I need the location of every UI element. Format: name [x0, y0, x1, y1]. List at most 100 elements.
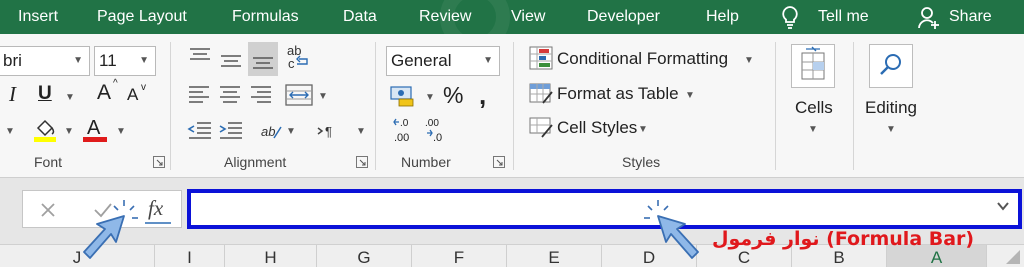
- expand-formula-bar-icon[interactable]: [996, 199, 1010, 213]
- menu-page-layout[interactable]: Page Layout: [97, 0, 187, 34]
- conditional-formatting-label: Conditional Formatting: [557, 49, 729, 68]
- shrink-font-button[interactable]: A: [127, 85, 138, 105]
- styles-group-label: Styles: [622, 154, 661, 170]
- svg-text:.00: .00: [394, 132, 409, 144]
- align-left-icon[interactable]: [187, 84, 211, 106]
- editing-label: Editing: [865, 98, 917, 117]
- column-header-e[interactable]: E: [507, 245, 602, 267]
- number-format-combo[interactable]: General ▼: [386, 46, 500, 76]
- fill-color-dropdown-icon[interactable]: ▼: [64, 126, 74, 137]
- select-all-corner-icon[interactable]: [1004, 248, 1022, 266]
- menu-formulas[interactable]: Formulas: [232, 0, 299, 34]
- menu-help[interactable]: Help: [706, 0, 739, 34]
- font-name-combo[interactable]: bri ▼: [0, 46, 90, 76]
- wrap-text-icon[interactable]: ab c: [285, 44, 313, 74]
- chevron-down-icon: ▼: [808, 124, 818, 135]
- italic-button[interactable]: I: [9, 82, 16, 107]
- increase-decimal-icon[interactable]: .0 .00: [391, 116, 421, 144]
- cell-styles-icon: [529, 117, 553, 138]
- align-center-icon[interactable]: [218, 84, 242, 106]
- magnifier-icon: [880, 54, 901, 75]
- column-header-i[interactable]: I: [155, 245, 225, 267]
- share-label[interactable]: Share: [949, 0, 992, 34]
- comma-style-button[interactable]: ,: [479, 80, 486, 111]
- cells-icon-frame: [791, 44, 835, 88]
- borders-dropdown-icon[interactable]: ▼: [5, 126, 15, 137]
- column-header-h[interactable]: H: [225, 245, 317, 267]
- menu-insert[interactable]: Insert: [18, 0, 58, 34]
- font-size-combo[interactable]: 11 ▼: [94, 46, 156, 76]
- dialog-launcher-icon[interactable]: [356, 156, 368, 168]
- accounting-dropdown-icon[interactable]: ▼: [425, 92, 435, 103]
- svg-text:.00: .00: [425, 118, 439, 129]
- group-separator: [513, 42, 514, 170]
- increase-indent-icon[interactable]: [218, 120, 244, 142]
- dialog-launcher-icon[interactable]: [493, 156, 505, 168]
- menu-developer[interactable]: Developer: [587, 0, 660, 34]
- pointer-cursor-icon: [83, 200, 138, 259]
- font-name-value: bri: [3, 51, 22, 70]
- chevron-down-icon: ▼: [139, 55, 149, 66]
- chevron-down-icon: ▼: [744, 55, 754, 66]
- menu-bar: Insert Page Layout Formulas Data Review …: [0, 0, 1024, 52]
- group-separator: [775, 42, 776, 170]
- svg-text:¶: ¶: [325, 124, 332, 139]
- svg-text:.0: .0: [433, 132, 442, 144]
- number-format-value: General: [391, 51, 452, 70]
- format-as-table-icon: [529, 83, 553, 104]
- cancel-icon[interactable]: [39, 201, 57, 219]
- format-as-table-label: Format as Table: [557, 84, 679, 103]
- tell-me-label[interactable]: Tell me: [818, 0, 869, 34]
- chevron-down-icon: ▼: [886, 124, 896, 135]
- bottom-align-button[interactable]: [248, 42, 278, 76]
- orientation-dropdown-icon[interactable]: ▼: [286, 126, 296, 137]
- group-separator: [170, 42, 171, 170]
- cells-icon: [801, 46, 825, 80]
- chevron-down-icon: ▼: [73, 55, 83, 66]
- fill-color-icon[interactable]: [32, 116, 58, 142]
- font-color-dropdown-icon[interactable]: ▼: [116, 126, 126, 137]
- menu-view[interactable]: View: [511, 0, 545, 34]
- align-right-icon[interactable]: [249, 84, 273, 106]
- underline-button[interactable]: U: [38, 83, 52, 105]
- alignment-group-label: Alignment: [224, 154, 287, 170]
- font-size-value: 11: [99, 51, 117, 70]
- lightbulb-icon[interactable]: [779, 4, 801, 30]
- middle-align-icon[interactable]: [218, 50, 244, 70]
- text-direction-icon[interactable]: ¶: [316, 120, 342, 142]
- formula-bar-annotation: نوار فرمول (Formula Bar): [712, 228, 975, 250]
- svg-text:.0: .0: [400, 118, 409, 129]
- svg-text:A: A: [87, 117, 101, 139]
- dialog-launcher-icon[interactable]: [153, 156, 165, 168]
- font-color-icon[interactable]: A: [82, 116, 108, 142]
- insert-function-icon[interactable]: fx: [145, 195, 171, 225]
- text-direction-dropdown-icon[interactable]: ▼: [356, 126, 366, 137]
- merge-dropdown-icon[interactable]: ▼: [318, 91, 328, 102]
- merge-center-icon[interactable]: [284, 82, 314, 108]
- decrease-indent-icon[interactable]: [187, 120, 213, 142]
- conditional-formatting-icon: [529, 46, 553, 70]
- percent-style-button[interactable]: %: [443, 82, 463, 109]
- underline-dropdown-icon[interactable]: ▼: [65, 92, 75, 103]
- accounting-format-icon[interactable]: [389, 84, 417, 108]
- menu-data[interactable]: Data: [343, 0, 377, 34]
- column-header-g[interactable]: G: [317, 245, 412, 267]
- chevron-down-icon: ▼: [638, 124, 648, 135]
- top-align-icon[interactable]: [187, 46, 213, 66]
- group-separator: [853, 42, 854, 170]
- menu-review[interactable]: Review: [419, 0, 471, 34]
- svg-text:c: c: [288, 56, 295, 71]
- group-separator: [375, 42, 376, 170]
- formula-input[interactable]: [187, 189, 1022, 229]
- decrease-decimal-icon[interactable]: .00 .0: [423, 116, 453, 144]
- grow-font-button[interactable]: A: [97, 81, 111, 105]
- column-header-f[interactable]: F: [412, 245, 507, 267]
- cells-label: Cells: [795, 98, 833, 117]
- editing-icon-frame: [869, 44, 913, 88]
- shrink-caret-icon: v: [141, 82, 146, 93]
- svg-text:ab: ab: [261, 124, 275, 139]
- orientation-icon[interactable]: ab: [258, 118, 284, 144]
- chevron-down-icon: ▼: [685, 90, 695, 101]
- number-group-label: Number: [401, 154, 451, 170]
- share-person-icon[interactable]: [917, 5, 941, 31]
